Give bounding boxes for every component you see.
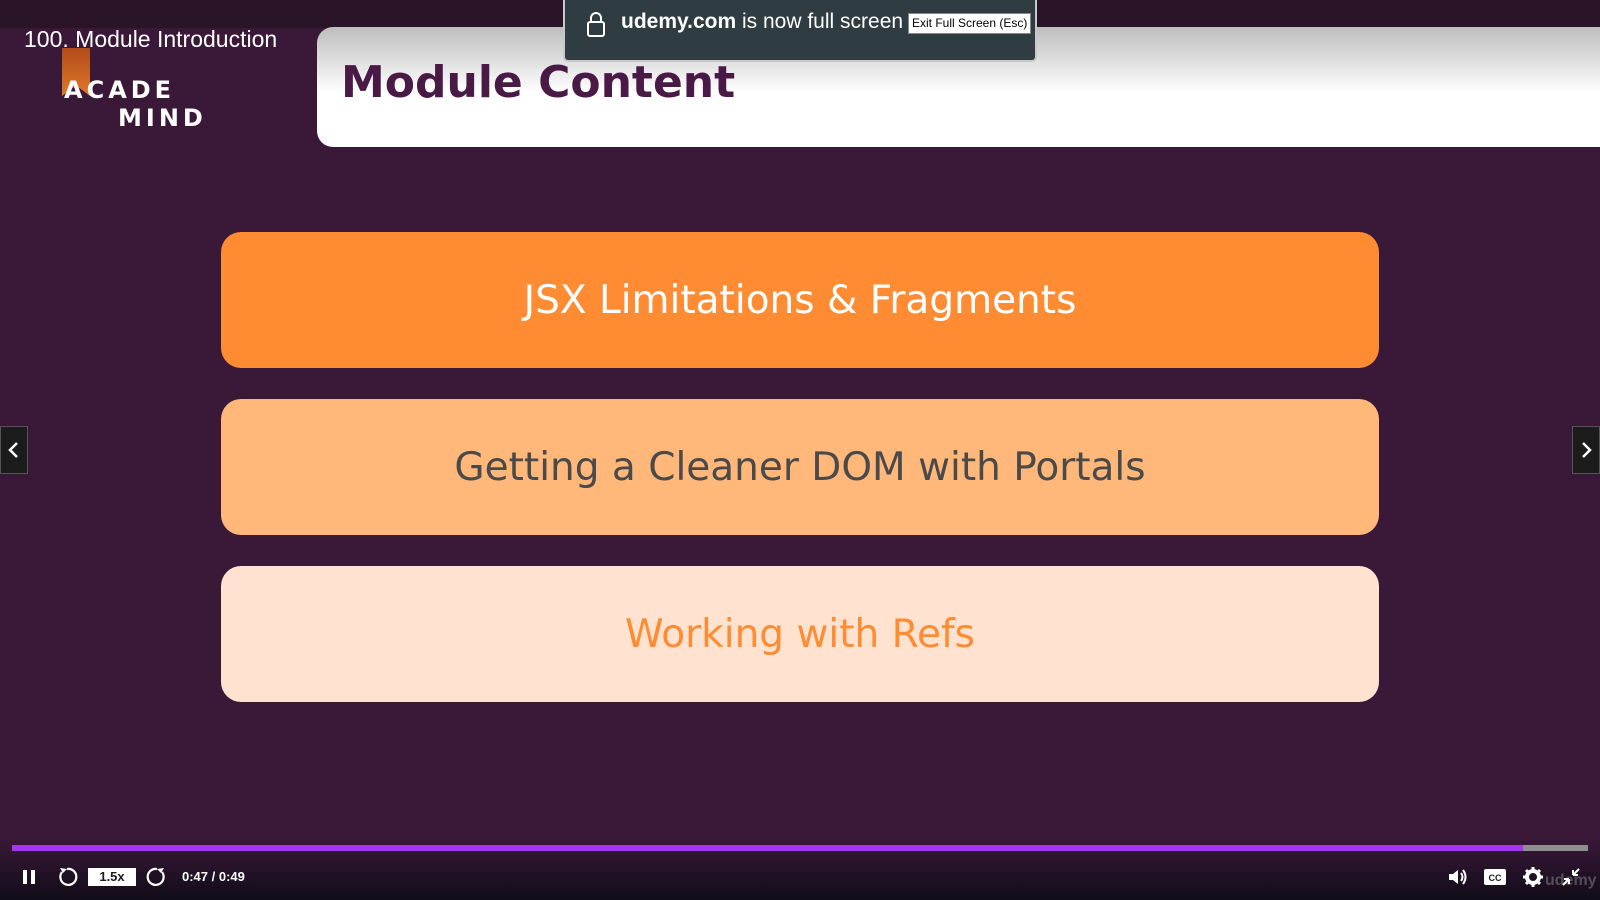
next-lecture-button[interactable] bbox=[1572, 426, 1600, 474]
forward-icon[interactable] bbox=[146, 866, 168, 888]
fullscreen-notice: udemy.com is now full screen Exit Full S… bbox=[563, 0, 1037, 62]
topic-card-3: Working with Refs bbox=[221, 566, 1379, 702]
slide-heading: Module Content bbox=[341, 57, 736, 108]
playback-speed-button[interactable]: 1.5x bbox=[88, 868, 136, 886]
time-display: 0:47 / 0:49 bbox=[182, 869, 245, 884]
fullscreen-message-text: is now full screen bbox=[736, 10, 904, 33]
topic-card-label: Working with Refs bbox=[625, 611, 975, 657]
logo-text-line2: MIND bbox=[118, 104, 207, 132]
fullscreen-message: udemy.com is now full screen bbox=[621, 10, 903, 34]
volume-icon[interactable] bbox=[1446, 866, 1468, 888]
exit-fullscreen-button[interactable]: Exit Full Screen (Esc) bbox=[908, 13, 1032, 34]
topic-card-1: JSX Limitations & Fragments bbox=[221, 232, 1379, 368]
chevron-left-icon bbox=[8, 442, 18, 458]
previous-lecture-button[interactable] bbox=[0, 426, 28, 474]
pause-icon[interactable] bbox=[20, 868, 38, 886]
video-stage: 100. Module Introduction ACADE MIND Modu… bbox=[0, 0, 1600, 900]
fullscreen-domain: udemy.com bbox=[621, 10, 737, 33]
topic-card-2: Getting a Cleaner DOM with Portals bbox=[221, 399, 1379, 535]
rewind-icon[interactable] bbox=[56, 866, 78, 888]
settings-gear-icon[interactable] bbox=[1522, 866, 1544, 888]
academind-logo: ACADE MIND bbox=[62, 48, 212, 138]
progress-bar-fill bbox=[12, 845, 1524, 851]
captions-icon[interactable]: CC bbox=[1483, 867, 1507, 887]
topic-card-label: Getting a Cleaner DOM with Portals bbox=[454, 444, 1146, 490]
exit-fullscreen-icon[interactable] bbox=[1560, 866, 1582, 888]
progress-bar[interactable] bbox=[12, 845, 1588, 851]
logo-text-line1: ACADE bbox=[64, 76, 176, 104]
svg-text:CC: CC bbox=[1489, 873, 1502, 883]
topic-card-label: JSX Limitations & Fragments bbox=[523, 277, 1077, 323]
lecture-title: 100. Module Introduction bbox=[24, 26, 278, 52]
lock-icon bbox=[587, 12, 605, 37]
chevron-right-icon bbox=[1582, 442, 1592, 458]
